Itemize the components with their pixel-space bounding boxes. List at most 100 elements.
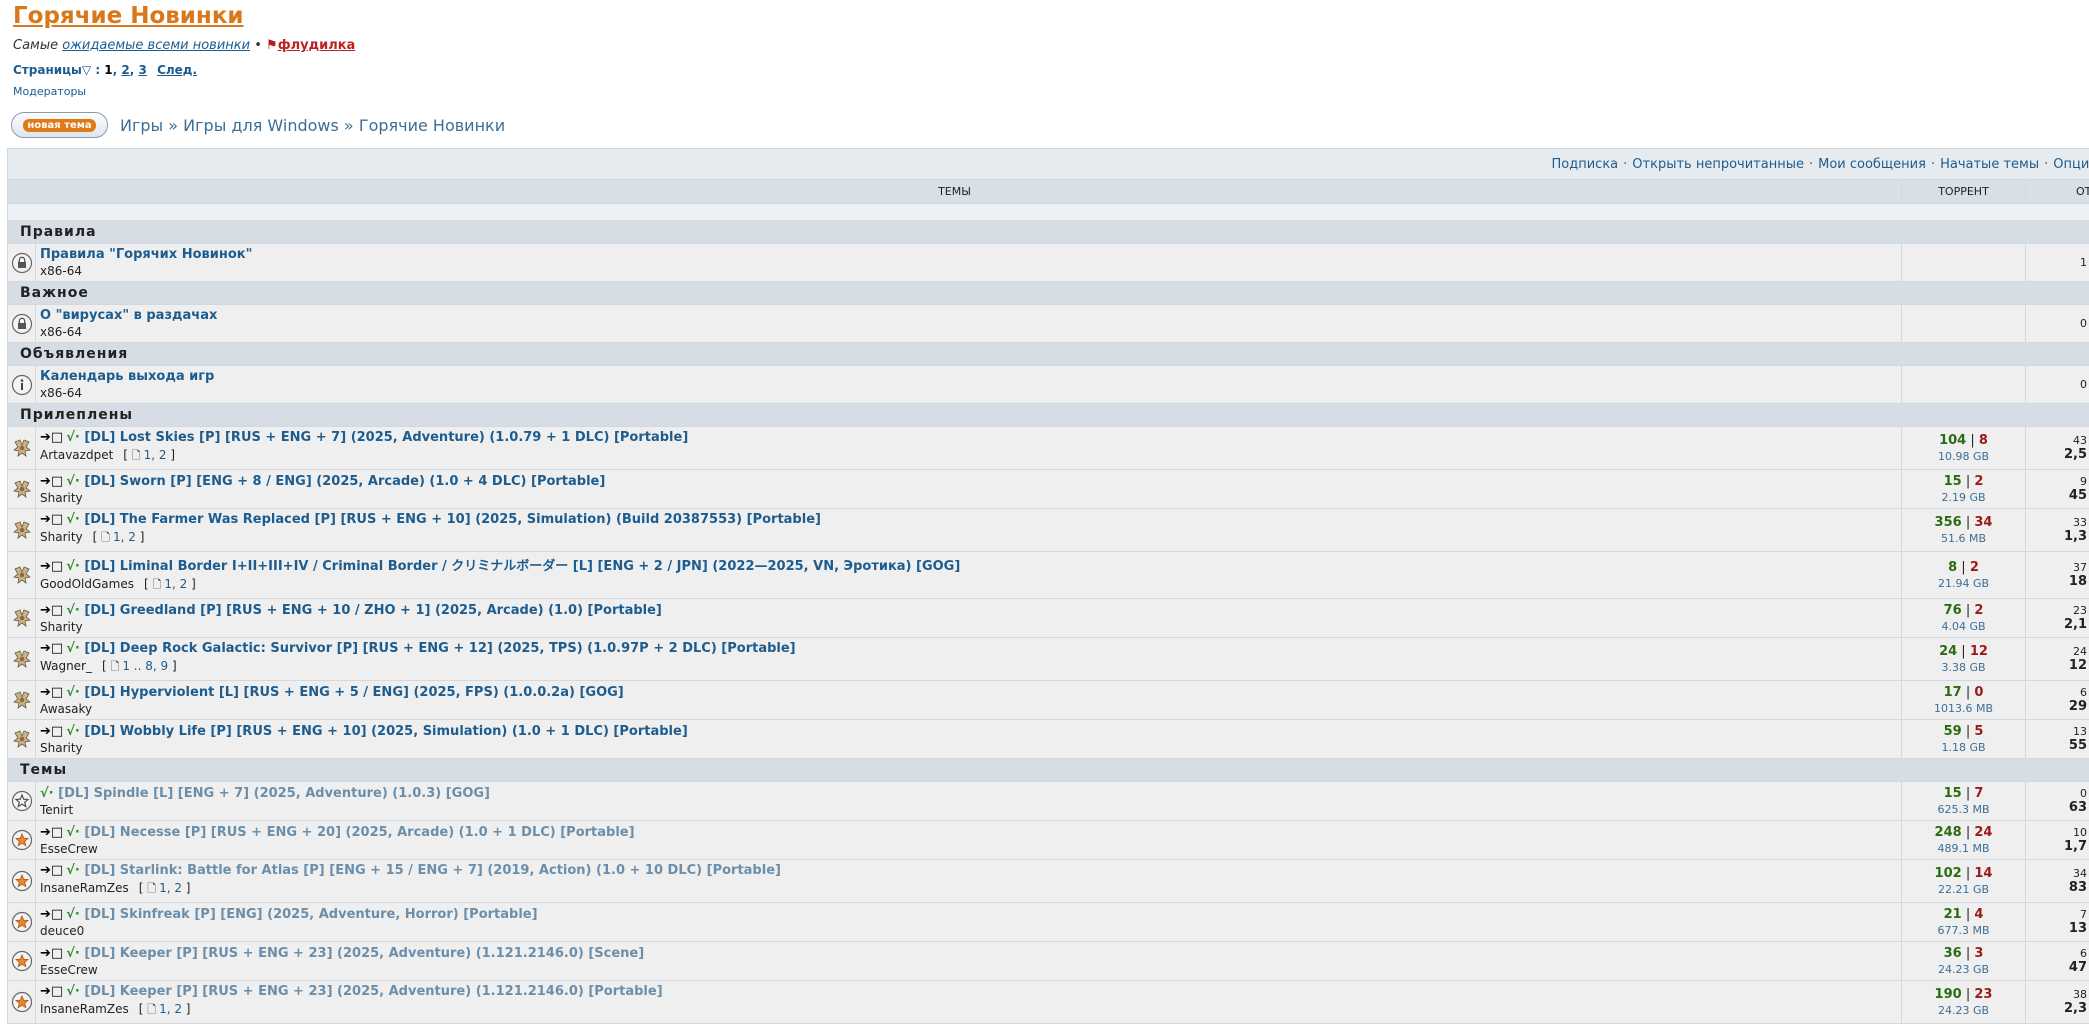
torrent-size[interactable]: 1013.6 MB [1902,702,2025,715]
torrent-size[interactable]: 625.3 MB [1902,803,2025,816]
topic-row[interactable]: ➔□√· [DL] Hyperviolent [L] [RUS + ENG + … [8,681,2089,720]
topic-row[interactable]: ➔□√· [DL] Keeper [P] [RUS + ENG + 23] (2… [8,942,2089,981]
topic-stats-cell: 331,3 [2026,509,2089,552]
topic-row[interactable]: ➔□√· [DL] Sworn [P] [ENG + 8 / ENG] (202… [8,470,2089,509]
toolbar-started-topics[interactable]: Начатые темы [1940,157,2039,172]
topic-row[interactable]: ➔□√· [DL] Wobbly Life [P] [RUS + ENG + 1… [8,720,2089,759]
topic-row[interactable]: √· [DL] Spindle [L] [ENG + 7] (2025, Adv… [8,782,2089,821]
spacer-row [8,204,2089,221]
topic-title-link[interactable]: Календарь выхода игр [40,369,214,384]
pager-page-2[interactable]: 2 [121,63,129,77]
topic-row[interactable]: ➔□√· [DL] Deep Rock Galactic: Survivor [… [8,638,2089,681]
torrent-size[interactable]: 24.23 GB [1902,1004,2025,1017]
topic-page-links[interactable]: 1 .. 8, 9 [122,659,168,673]
topic-author[interactable]: Sharity [40,491,83,505]
torrent-size[interactable]: 4.04 GB [1902,620,2025,633]
torrent-size[interactable]: 22.21 GB [1902,883,2025,896]
torrent-size[interactable]: 3.38 GB [1902,661,2025,674]
topic-title-link[interactable]: [DL] Spindle [L] [ENG + 7] (2025, Advent… [58,786,490,801]
torrent-size[interactable]: 24.23 GB [1902,963,2025,976]
new-topic-button[interactable]: новая тема [11,112,108,138]
topic-page-links[interactable]: 1, 2 [159,881,182,895]
topic-author[interactable]: Sharity [40,530,83,544]
topic-page-links[interactable]: 1, 2 [144,448,167,462]
topic-title-link[interactable]: [DL] Necesse [P] [RUS + ENG + 20] (2025,… [84,825,634,840]
topic-author[interactable]: GoodOldGames [40,577,134,591]
topic-row[interactable]: ➔□√· [DL] The Farmer Was Replaced [P] [R… [8,509,2089,552]
topic-torrent-cell [1902,305,2026,343]
topic-title-link[interactable]: [DL] Sworn [P] [ENG + 8 / ENG] (2025, Ar… [84,474,605,489]
topic-title-link[interactable]: [DL] The Farmer Was Replaced [P] [RUS + … [84,512,821,527]
torrent-size[interactable]: 489.1 MB [1902,842,2025,855]
topic-icon-cell [8,470,36,509]
topic-title-link[interactable]: [DL] Keeper [P] [RUS + ENG + 23] (2025, … [84,984,662,999]
topic-row[interactable]: Правила "Горячих Новинок"x86-641 [8,244,2089,282]
topic-title-link[interactable]: [DL] Liminal Border I+II+III+IV / Crimin… [84,559,960,574]
topic-author[interactable]: x86-64 [40,264,82,278]
topic-author[interactable]: Awasaky [40,702,92,716]
topic-row[interactable]: Календарь выхода игрx86-640 [8,366,2089,404]
topic-author[interactable]: EsseCrew [40,842,98,856]
topic-author[interactable]: Sharity [40,620,83,634]
topic-icon-cell [8,681,36,720]
topic-author[interactable]: InsaneRamZes [40,1002,129,1016]
moderators-link[interactable]: Модераторы [13,85,355,98]
topic-page-links[interactable]: 1, 2 [113,530,136,544]
topic-row[interactable]: ➔□√· [DL] Greedland [P] [RUS + ENG + 10 … [8,599,2089,638]
star-icon [8,870,35,892]
topic-title-link[interactable]: [DL] Deep Rock Galactic: Survivor [P] [R… [84,641,795,656]
topic-title-link[interactable]: [DL] Skinfreak [P] [ENG] (2025, Adventur… [84,907,537,922]
toolbar-subscribe[interactable]: Подписка [1552,157,1619,172]
topic-title-cell: Правила "Горячих Новинок" x86-64 [36,244,1902,282]
topic-author[interactable]: deuce0 [40,924,84,938]
topic-author[interactable]: InsaneRamZes [40,881,129,895]
topic-row[interactable]: ➔□√· [DL] Lost Skies [P] [RUS + ENG + 7]… [8,427,2089,470]
topic-title-link[interactable]: [DL] Starlink: Battle for Atlas [P] [ENG… [84,863,781,878]
topic-title-link[interactable]: [DL] Lost Skies [P] [RUS + ENG + 7] (202… [84,430,688,445]
topic-author[interactable]: EsseCrew [40,963,98,977]
toolbar-display-options[interactable]: Опции показа [2053,157,2089,172]
topic-title-link[interactable]: [DL] Wobbly Life [P] [RUS + ENG + 10] (2… [84,724,687,739]
torrent-size[interactable]: 2.19 GB [1902,491,2025,504]
breadcrumb-current[interactable]: Горячие Новинки [359,116,505,135]
topic-author[interactable]: Tenirt [40,803,73,817]
topic-title-link[interactable]: [DL] Hyperviolent [L] [RUS + ENG + 5 / E… [84,685,623,700]
chevron-down-icon[interactable]: ▽ [82,63,91,77]
flood-link[interactable]: флудилка [278,38,356,53]
topic-title-link[interactable]: О "вирусах" в раздачах [40,308,217,323]
topic-title-cell: ➔□√· [DL] The Farmer Was Replaced [P] [R… [36,509,1902,552]
topic-author-line: deuce0 [40,924,1897,938]
toolbar-open-unread[interactable]: Открыть непрочитанные [1632,157,1804,172]
pager-next[interactable]: След. [157,63,197,77]
torrent-size[interactable]: 677.3 MB [1902,924,2025,937]
subtitle-link[interactable]: ожидаемые всеми новинки [62,38,250,53]
topic-author[interactable]: x86-64 [40,386,82,400]
topic-page-links[interactable]: 1, 2 [164,577,187,591]
torrent-size[interactable]: 51.6 MB [1902,532,2025,545]
toolbar-my-posts[interactable]: Мои сообщения [1818,157,1926,172]
breadcrumb-windows-games[interactable]: Игры для Windows [183,116,339,135]
torrent-size[interactable]: 21.94 GB [1902,577,2025,590]
topic-author[interactable]: x86-64 [40,325,82,339]
breadcrumb-games[interactable]: Игры [120,116,163,135]
forum-title[interactable]: Горячие Новинки [13,3,355,29]
topic-stats-cell: 713 [2026,903,2089,942]
topic-page-links[interactable]: 1, 2 [159,1002,182,1016]
pager-page-3[interactable]: 3 [139,63,147,77]
topic-row[interactable]: ➔□√· [DL] Skinfreak [P] [ENG] (2025, Adv… [8,903,2089,942]
torrent-size[interactable]: 10.98 GB [1902,450,2025,463]
topic-row[interactable]: ➔□√· [DL] Necesse [P] [RUS + ENG + 20] (… [8,821,2089,860]
topic-author[interactable]: Wagner_ [40,659,92,673]
topic-row[interactable]: О "вирусах" в раздачахx86-640 [8,305,2089,343]
topic-row[interactable]: ➔□√· [DL] Liminal Border I+II+III+IV / C… [8,552,2089,599]
topic-author[interactable]: Sharity [40,741,83,755]
breadcrumb-separator: » [168,116,178,135]
topic-title-link[interactable]: [DL] Keeper [P] [RUS + ENG + 23] (2025, … [84,946,644,961]
topic-row[interactable]: ➔□√· [DL] Starlink: Battle for Atlas [P]… [8,860,2089,903]
topic-title-link[interactable]: [DL] Greedland [P] [RUS + ENG + 10 / ZHO… [84,603,662,618]
topic-row[interactable]: ➔□√· [DL] Keeper [P] [RUS + ENG + 23] (2… [8,981,2089,1024]
topic-title-link[interactable]: Правила "Горячих Новинок" [40,247,252,262]
torrent-size[interactable]: 1.18 GB [1902,741,2025,754]
topic-author-line: InsaneRamZes[ 🗋1, 2 ] [40,1001,1897,1020]
topic-author[interactable]: Artavazdpet [40,448,113,462]
